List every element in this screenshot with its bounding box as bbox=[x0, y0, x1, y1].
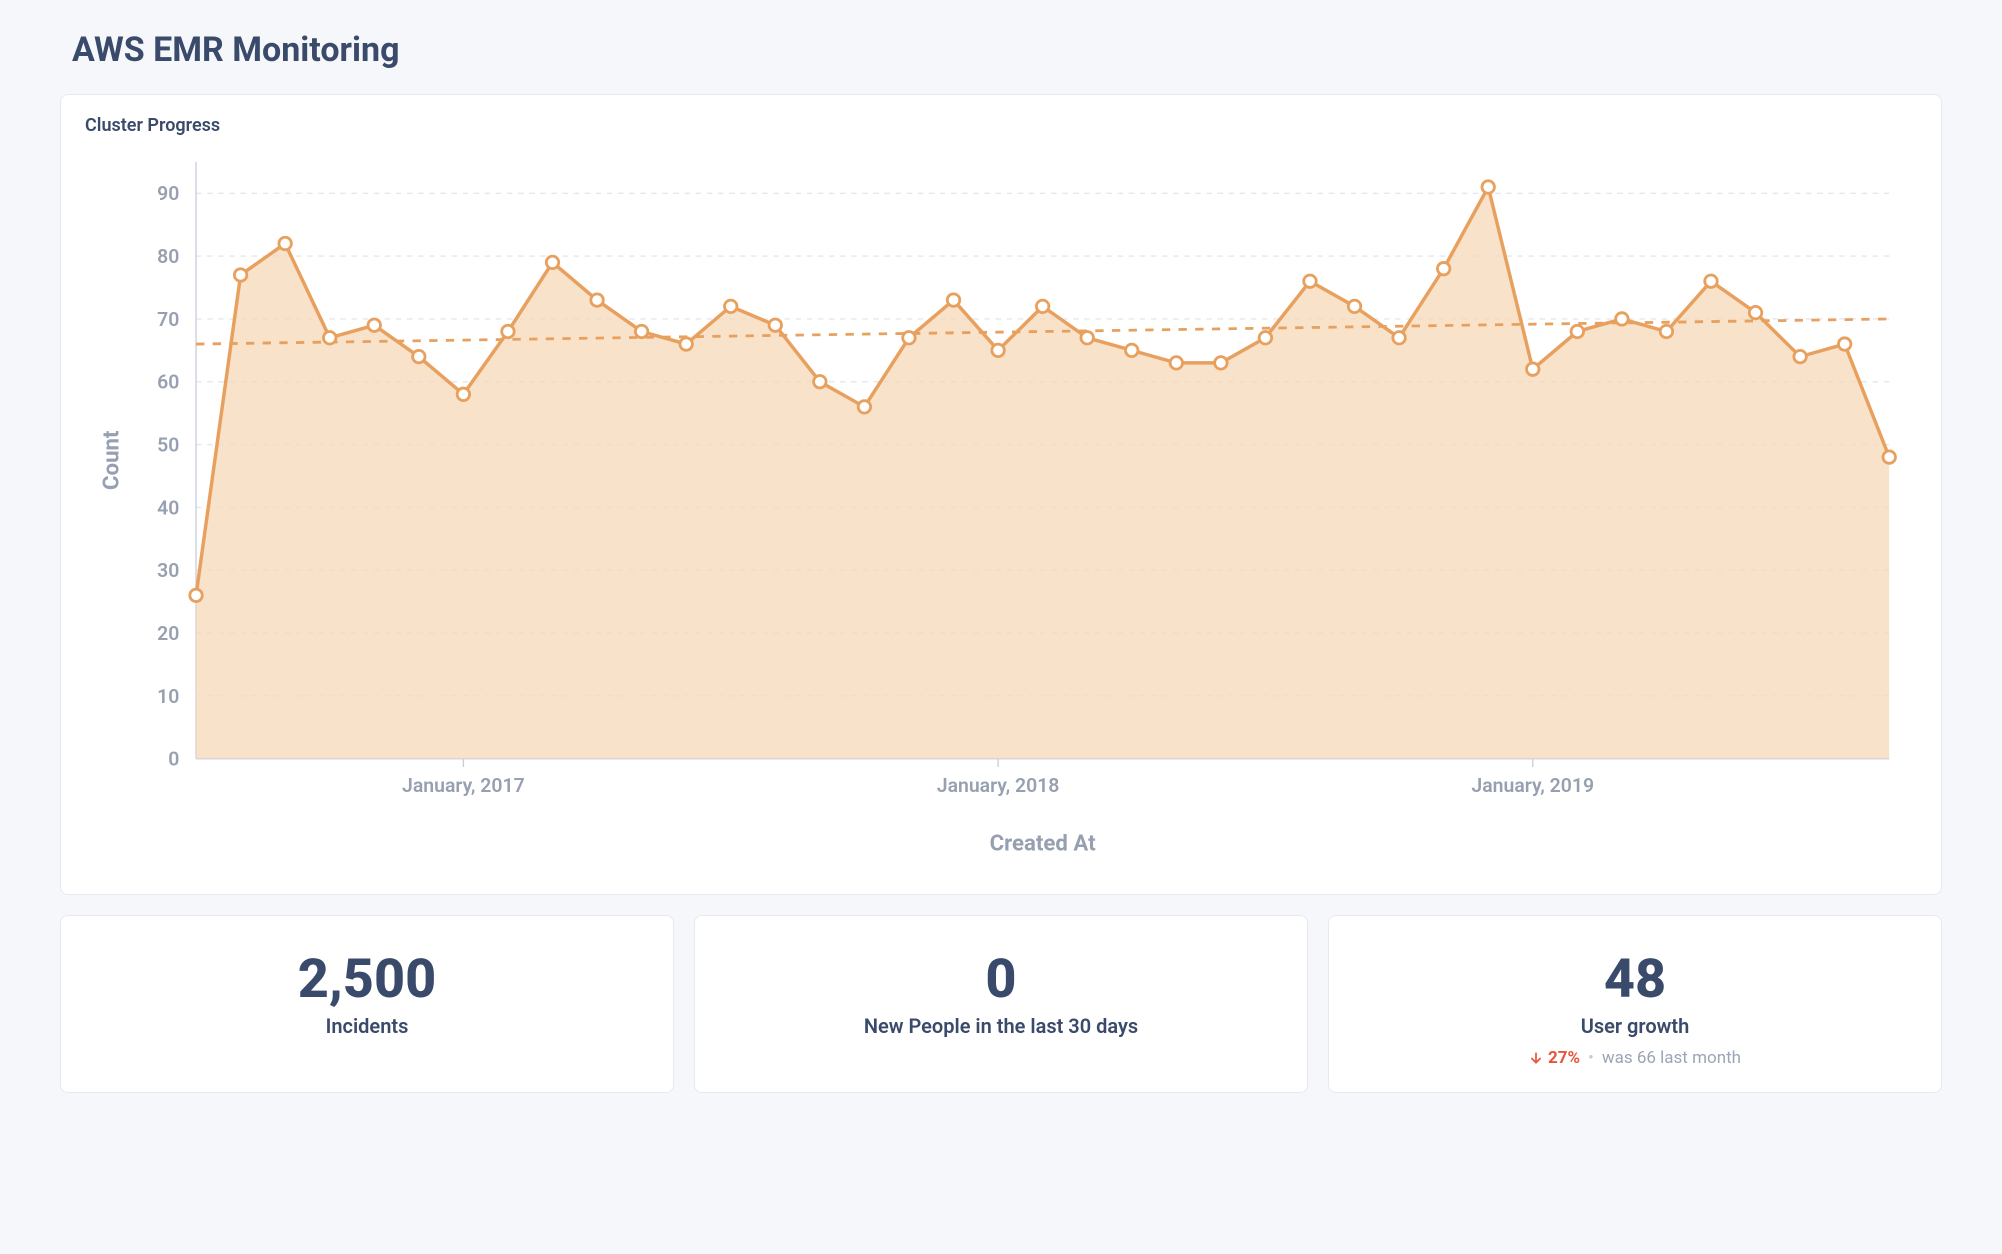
svg-text:90: 90 bbox=[157, 182, 179, 205]
svg-text:January, 2017: January, 2017 bbox=[402, 774, 525, 797]
stat-value: 48 bbox=[1349, 952, 1921, 1009]
stat-user-growth: 48 User growth 27% • was 66 last month bbox=[1328, 915, 1942, 1094]
stat-incidents: 2,500 Incidents bbox=[60, 915, 674, 1094]
stat-label: Incidents bbox=[81, 1014, 653, 1038]
svg-text:50: 50 bbox=[157, 434, 179, 457]
svg-text:80: 80 bbox=[157, 245, 179, 268]
stat-new-people: 0 New People in the last 30 days bbox=[694, 915, 1308, 1094]
page-title: AWS EMR Monitoring bbox=[60, 30, 1942, 70]
svg-text:January, 2019: January, 2019 bbox=[1471, 774, 1594, 797]
svg-text:10: 10 bbox=[157, 685, 179, 708]
stat-value: 2,500 bbox=[81, 952, 653, 1009]
stat-value: 0 bbox=[715, 952, 1287, 1009]
stats-row: 2,500 Incidents 0 New People in the last… bbox=[60, 915, 1942, 1094]
chart-title: Cluster Progress bbox=[85, 115, 1917, 136]
growth-delta: 27% • was 66 last month bbox=[1349, 1048, 1921, 1068]
svg-text:January, 2018: January, 2018 bbox=[937, 774, 1060, 797]
svg-text:30: 30 bbox=[157, 559, 179, 582]
cluster-progress-card: Cluster Progress 0 10 20 30 40 50 60 70 80 90 Janu… bbox=[60, 94, 1942, 895]
svg-text:60: 60 bbox=[157, 371, 179, 394]
arrow-down-icon: 27% bbox=[1529, 1048, 1580, 1068]
svg-text:20: 20 bbox=[157, 622, 179, 645]
delta-note: was 66 last month bbox=[1602, 1048, 1741, 1068]
svg-text:Created At: Created At bbox=[990, 830, 1097, 856]
svg-text:0: 0 bbox=[168, 748, 179, 771]
delta-dot: • bbox=[1588, 1048, 1594, 1068]
svg-text:40: 40 bbox=[157, 496, 179, 519]
cluster-progress-chart: 0 10 20 30 40 50 60 70 80 90 January, 2017 January,… bbox=[85, 148, 1917, 870]
delta-percent: 27% bbox=[1548, 1048, 1580, 1068]
svg-text:Count: Count bbox=[98, 430, 124, 490]
stat-label: New People in the last 30 days bbox=[715, 1014, 1287, 1038]
svg-text:70: 70 bbox=[157, 308, 179, 331]
stat-label: User growth bbox=[1349, 1014, 1921, 1038]
